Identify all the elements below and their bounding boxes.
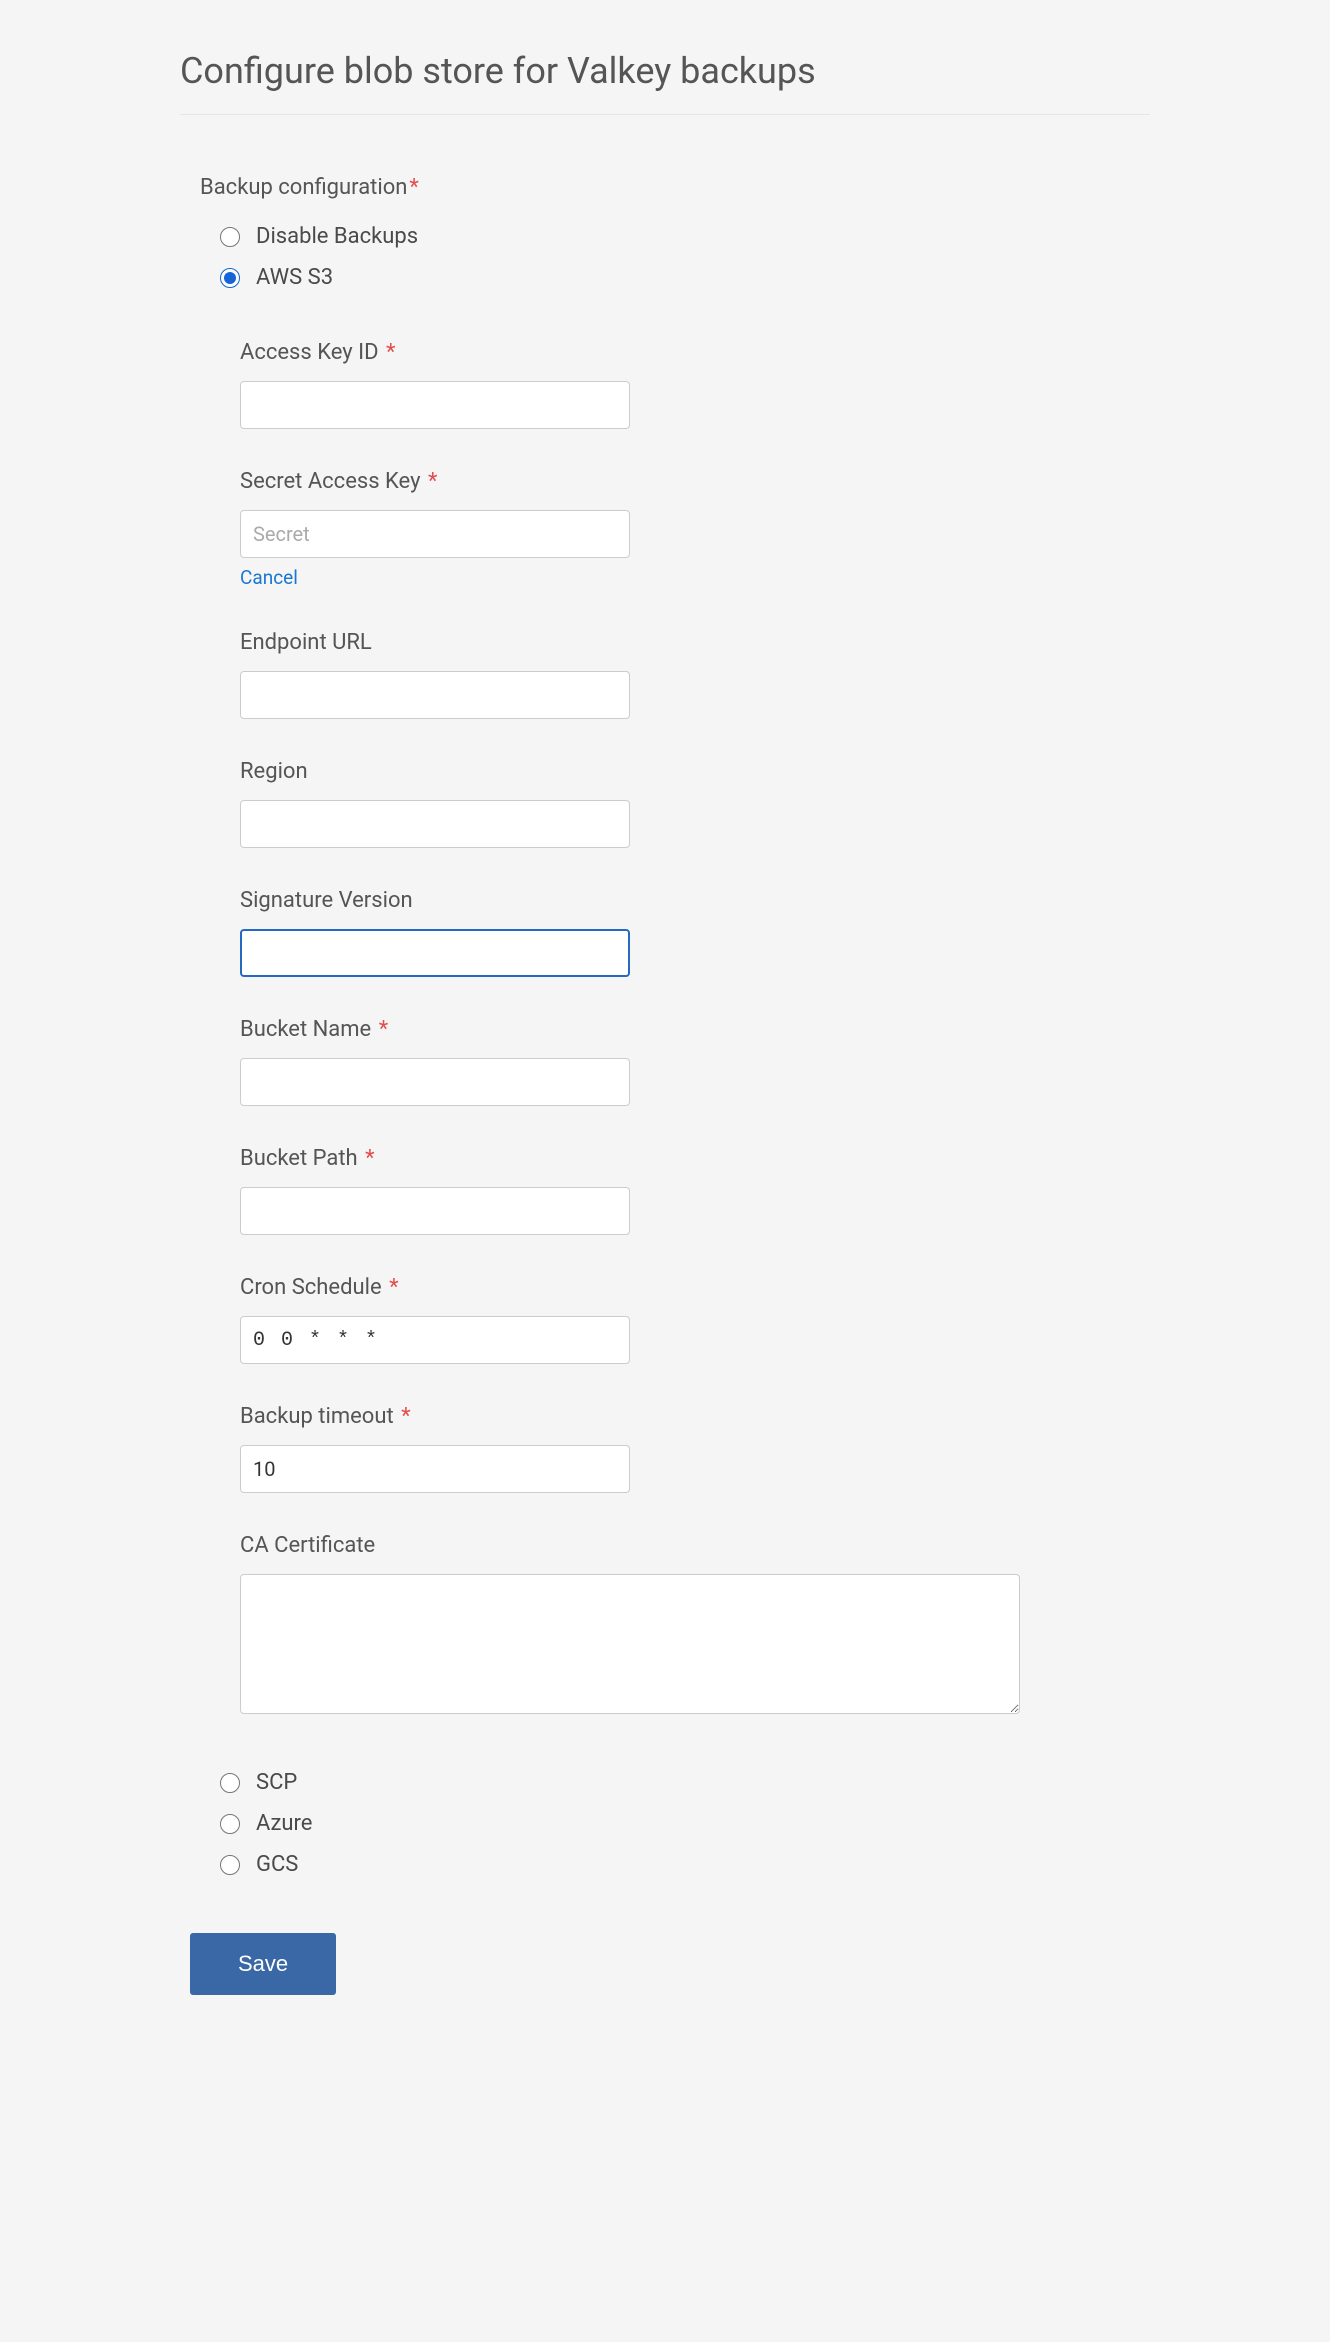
radio-gcs-input[interactable] (220, 1855, 240, 1875)
required-star-icon: * (389, 1275, 398, 1300)
cron-schedule-label-text: Cron Schedule (240, 1275, 382, 1300)
access-key-id-input[interactable] (240, 381, 630, 429)
cron-schedule-group: Cron Schedule * (240, 1275, 1150, 1364)
section-label-text: Backup configuration (200, 175, 407, 200)
save-button[interactable]: Save (190, 1933, 336, 1995)
radio-disable-label[interactable]: Disable Backups (256, 224, 418, 249)
radio-aws-input[interactable] (220, 268, 240, 288)
radio-azure[interactable]: Azure (220, 1811, 1150, 1836)
secret-access-key-input[interactable] (240, 510, 630, 558)
secret-access-key-label-text: Secret Access Key (240, 469, 421, 494)
bucket-path-label: Bucket Path * (240, 1146, 1150, 1171)
radio-disable-backups[interactable]: Disable Backups (220, 224, 1150, 249)
backup-timeout-input[interactable] (240, 1445, 630, 1493)
backup-timeout-label: Backup timeout * (240, 1404, 1150, 1429)
region-label: Region (240, 759, 1150, 784)
region-input[interactable] (240, 800, 630, 848)
endpoint-url-group: Endpoint URL (240, 630, 1150, 719)
required-star-icon: * (409, 175, 418, 200)
endpoint-url-label: Endpoint URL (240, 630, 1150, 655)
region-group: Region (240, 759, 1150, 848)
bucket-name-group: Bucket Name * (240, 1017, 1150, 1106)
required-star-icon: * (386, 340, 395, 365)
bucket-path-label-text: Bucket Path (240, 1146, 358, 1171)
signature-version-group: Signature Version (240, 888, 1150, 977)
backup-timeout-label-text: Backup timeout (240, 1404, 394, 1429)
radio-scp[interactable]: SCP (220, 1770, 1150, 1795)
endpoint-url-input[interactable] (240, 671, 630, 719)
cron-schedule-label: Cron Schedule * (240, 1275, 1150, 1300)
required-star-icon: * (365, 1146, 374, 1171)
section-label: Backup configuration* (180, 175, 1150, 200)
bucket-name-input[interactable] (240, 1058, 630, 1106)
radio-scp-label[interactable]: SCP (256, 1770, 297, 1795)
secret-access-key-group: Secret Access Key * Cancel (240, 469, 1150, 590)
signature-version-input[interactable] (240, 929, 630, 977)
bucket-path-group: Bucket Path * (240, 1146, 1150, 1235)
signature-version-label: Signature Version (240, 888, 1150, 913)
ca-certificate-label: CA Certificate (240, 1533, 1150, 1558)
ca-certificate-group: CA Certificate (240, 1533, 1150, 1720)
secret-access-key-label: Secret Access Key * (240, 469, 1150, 494)
backup-config-radio-group-bottom: SCP Azure GCS (180, 1770, 1150, 1877)
ca-certificate-textarea[interactable] (240, 1574, 1020, 1714)
cron-schedule-input[interactable] (240, 1316, 630, 1364)
radio-aws-label[interactable]: AWS S3 (256, 265, 333, 290)
radio-azure-label[interactable]: Azure (256, 1811, 312, 1836)
bucket-path-input[interactable] (240, 1187, 630, 1235)
radio-gcs[interactable]: GCS (220, 1852, 1150, 1877)
radio-scp-input[interactable] (220, 1773, 240, 1793)
cancel-link[interactable]: Cancel (240, 566, 298, 589)
bucket-name-label-text: Bucket Name (240, 1017, 371, 1042)
radio-disable-input[interactable] (220, 227, 240, 247)
access-key-id-group: Access Key ID * (240, 340, 1150, 429)
required-star-icon: * (401, 1404, 410, 1429)
page-title: Configure blob store for Valkey backups (180, 50, 1150, 115)
required-star-icon: * (379, 1017, 388, 1042)
aws-s3-form-section: Access Key ID * Secret Access Key * Canc… (180, 340, 1150, 1720)
radio-gcs-label[interactable]: GCS (256, 1852, 298, 1877)
bucket-name-label: Bucket Name * (240, 1017, 1150, 1042)
radio-aws-s3[interactable]: AWS S3 (220, 265, 1150, 290)
access-key-id-label-text: Access Key ID (240, 340, 379, 365)
backup-config-radio-group: Disable Backups AWS S3 (180, 224, 1150, 290)
backup-timeout-group: Backup timeout * (240, 1404, 1150, 1493)
required-star-icon: * (428, 469, 437, 494)
access-key-id-label: Access Key ID * (240, 340, 1150, 365)
radio-azure-input[interactable] (220, 1814, 240, 1834)
